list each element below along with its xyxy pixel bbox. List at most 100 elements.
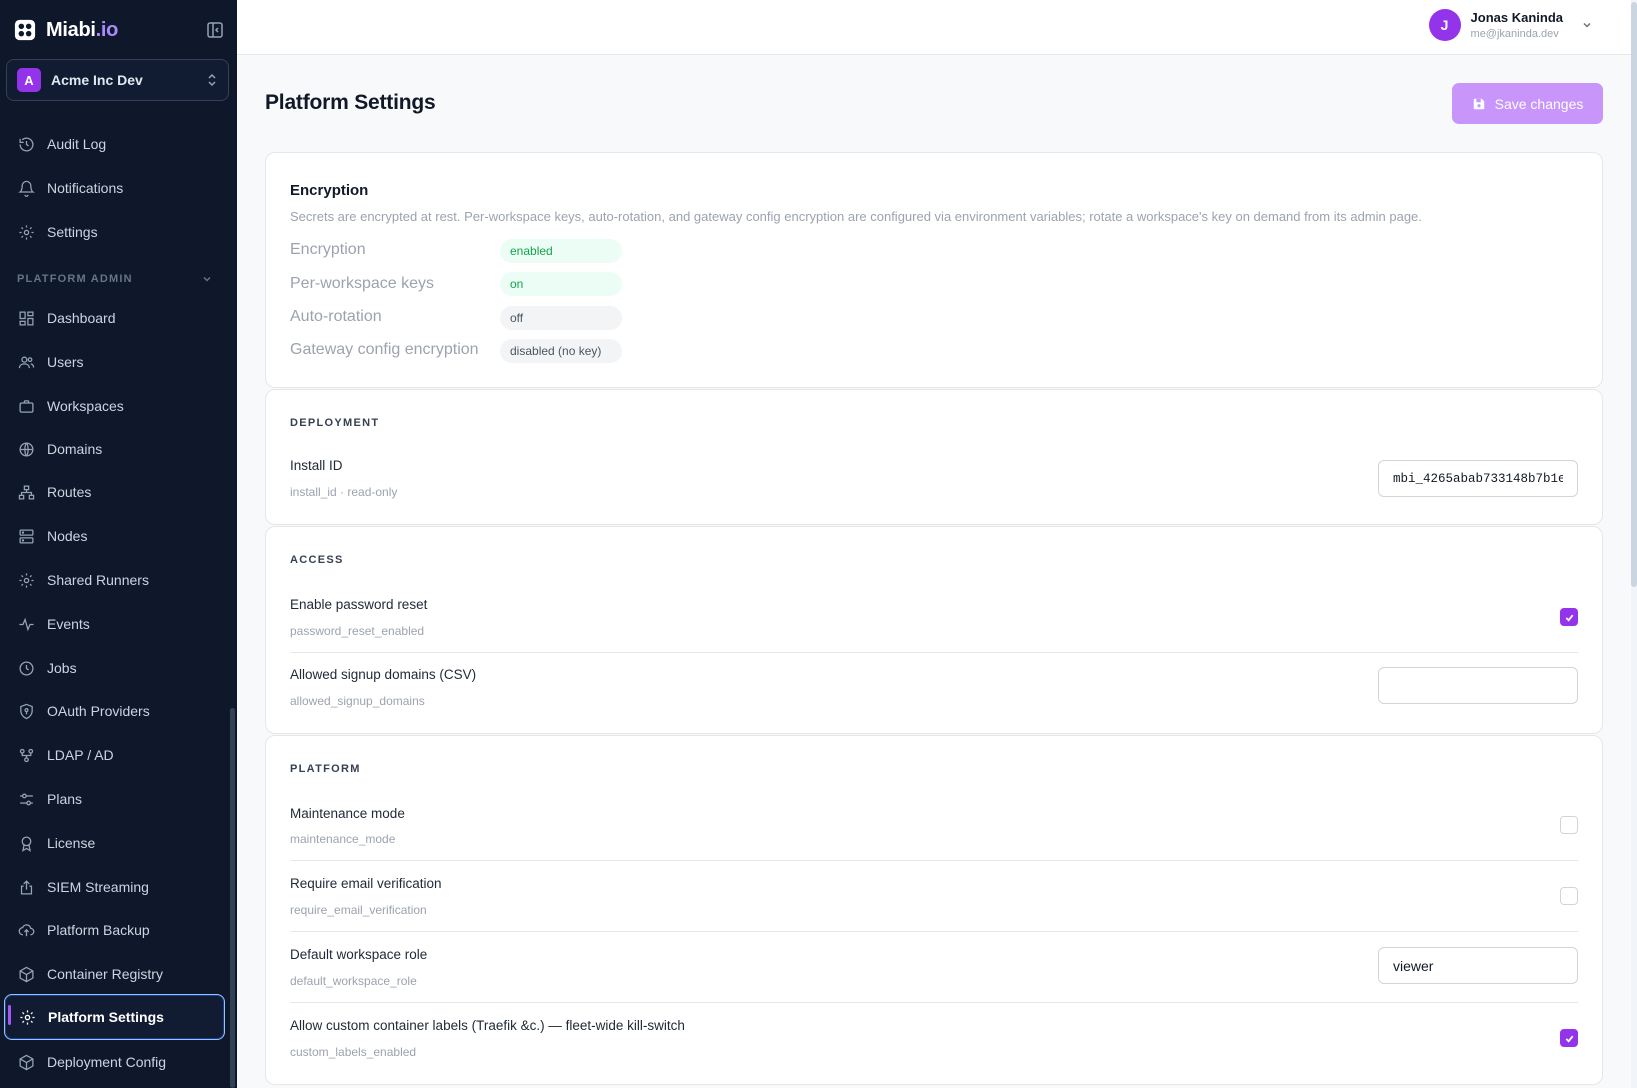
default-workspace-role-key: default_workspace_role bbox=[290, 974, 417, 988]
status-badge: enabled bbox=[500, 239, 622, 263]
sidebar-item-siem-streaming[interactable]: SIEM Streaming bbox=[4, 867, 225, 907]
award-icon bbox=[21, 835, 32, 852]
history-icon bbox=[19, 137, 34, 152]
email-verification-title: Require email verification bbox=[290, 876, 442, 891]
platform-section-label: PLATFORM bbox=[290, 763, 361, 775]
brand-name: Miabi.io bbox=[46, 18, 119, 41]
sidebar-item-routes[interactable]: Routes bbox=[4, 472, 225, 512]
maintenance-mode-key: maintenance_mode bbox=[290, 832, 396, 846]
clock-icon bbox=[19, 660, 34, 676]
platform-admin-section-label: PLATFORM ADMIN bbox=[17, 273, 133, 285]
sidebar-item-shared-runners[interactable]: Shared Runners bbox=[4, 560, 225, 600]
custom-labels-key: custom_labels_enabled bbox=[290, 1045, 417, 1059]
auto-rotation-label: Auto-rotation bbox=[290, 308, 382, 325]
install-id-key: install_id · read-only bbox=[290, 485, 398, 499]
divider bbox=[290, 860, 1578, 861]
sidebar-item-workspaces[interactable]: Workspaces bbox=[4, 386, 225, 426]
signup-domains-input[interactable] bbox=[1378, 667, 1578, 704]
access-card: ACCESS Enable password reset password_re… bbox=[265, 526, 1603, 734]
email-verification-key: require_email_verification bbox=[290, 903, 427, 917]
custom-labels-checkbox[interactable] bbox=[1560, 1029, 1578, 1047]
user-name: Jonas Kaninda bbox=[1470, 10, 1563, 25]
sidebar-item-settings[interactable]: Settings bbox=[4, 212, 225, 252]
status-badge: disabled (no key) bbox=[500, 339, 622, 363]
sidebar: Miabi.io A Acme Inc Dev Audit Log Notifi… bbox=[0, 0, 237, 1088]
dashboard-icon bbox=[19, 310, 34, 326]
sidebar-item-nodes[interactable]: Nodes bbox=[4, 516, 225, 556]
maintenance-mode-title: Maintenance mode bbox=[290, 806, 405, 821]
server-icon bbox=[19, 528, 34, 544]
sidebar-item-audit-log[interactable]: Audit Log bbox=[4, 124, 225, 164]
users-icon bbox=[18, 356, 35, 368]
main-scrollbar[interactable] bbox=[1631, 0, 1637, 1088]
sidebar-collapse-icon[interactable] bbox=[206, 21, 224, 39]
encryption-description: Secrets are encrypted at rest. Per-works… bbox=[290, 209, 1422, 224]
shield-icon bbox=[20, 703, 33, 719]
gateway-config-encryption-label: Gateway config encryption bbox=[290, 341, 479, 358]
password-reset-checkbox[interactable] bbox=[1560, 608, 1578, 626]
user-menu[interactable]: J Jonas Kaninda me@jkaninda.dev bbox=[1428, 9, 1593, 41]
page-title: Platform Settings bbox=[265, 91, 436, 114]
save-button[interactable]: Save changes bbox=[1452, 83, 1603, 124]
gear-icon bbox=[20, 1009, 35, 1025]
default-workspace-role-title: Default workspace role bbox=[290, 947, 428, 962]
cloud-upload-icon bbox=[18, 923, 35, 936]
briefcase-icon bbox=[19, 399, 34, 413]
deployment-card: DEPLOYMENT Install ID install_id · read-… bbox=[265, 389, 1603, 525]
maintenance-mode-checkbox[interactable] bbox=[1560, 816, 1578, 834]
upload-icon bbox=[20, 879, 33, 895]
install-id-title: Install ID bbox=[290, 458, 343, 473]
platform-admin-section-toggle[interactable]: PLATFORM ADMIN bbox=[17, 273, 213, 285]
save-icon bbox=[1473, 98, 1484, 109]
brand[interactable]: Miabi.io bbox=[14, 16, 118, 44]
sidebar-item-platform-settings[interactable]: Platform Settings bbox=[4, 994, 225, 1040]
sidebar-item-domains[interactable]: Domains bbox=[4, 429, 225, 469]
check-icon bbox=[1565, 614, 1573, 622]
activity-icon bbox=[19, 617, 34, 631]
password-reset-key: password_reset_enabled bbox=[290, 624, 425, 638]
status-badge: off bbox=[500, 306, 622, 330]
sidebar-item-dashboard[interactable]: Dashboard bbox=[4, 298, 225, 338]
workspace-name: Acme Inc Dev bbox=[51, 72, 143, 88]
cog-icon bbox=[19, 572, 34, 588]
install-id-field[interactable] bbox=[1378, 460, 1578, 497]
encryption-card: Encryption Secrets are encrypted at rest… bbox=[265, 152, 1603, 388]
sidebar-item-container-registry[interactable]: Container Registry bbox=[4, 954, 225, 994]
check-icon bbox=[1565, 1035, 1573, 1043]
password-reset-title: Enable password reset bbox=[290, 597, 428, 612]
top-bar: J Jonas Kaninda me@jkaninda.dev bbox=[237, 0, 1631, 55]
divider bbox=[290, 652, 1578, 653]
signup-domains-key: allowed_signup_domains bbox=[290, 694, 425, 708]
sidebar-item-ldap-ad[interactable]: LDAP / AD bbox=[4, 735, 225, 775]
workspace-switcher[interactable]: A Acme Inc Dev bbox=[6, 59, 229, 101]
divider bbox=[290, 931, 1578, 932]
sidebar-item-license[interactable]: License bbox=[4, 823, 225, 863]
chevron-down-icon bbox=[1583, 22, 1591, 28]
custom-labels-title: Allow custom container labels (Traefik &… bbox=[290, 1018, 685, 1033]
sidebar-item-events[interactable]: Events bbox=[4, 604, 225, 644]
network-icon bbox=[19, 748, 34, 762]
default-workspace-role-input[interactable] bbox=[1378, 947, 1578, 984]
brand-logo-icon bbox=[14, 19, 36, 41]
encryption-row-label: Encryption bbox=[290, 241, 366, 258]
sidebar-item-platform-backup[interactable]: Platform Backup bbox=[4, 910, 225, 950]
bell-icon bbox=[18, 180, 35, 197]
chevron-up-down-icon bbox=[208, 73, 216, 87]
main-scrollbar-thumb[interactable] bbox=[1631, 2, 1637, 587]
email-verification-checkbox[interactable] bbox=[1560, 887, 1578, 905]
sidebar-item-jobs[interactable]: Jobs bbox=[4, 648, 225, 688]
sidebar-item-oauth-providers[interactable]: OAuth Providers bbox=[4, 691, 225, 731]
package-icon bbox=[19, 1054, 34, 1070]
divider bbox=[290, 1002, 1578, 1003]
sidebar-item-users[interactable]: Users bbox=[4, 342, 225, 382]
gear-icon bbox=[19, 224, 34, 240]
sidebar-item-plans[interactable]: Plans bbox=[4, 779, 225, 819]
sidebar-item-notifications[interactable]: Notifications bbox=[4, 168, 225, 208]
user-email: me@jkaninda.dev bbox=[1470, 28, 1559, 40]
sidebar-scrollbar[interactable] bbox=[230, 708, 235, 1088]
sidebar-item-deployment-config[interactable]: Deployment Config bbox=[4, 1042, 225, 1082]
avatar: J bbox=[1428, 9, 1461, 41]
encryption-title: Encryption bbox=[290, 182, 369, 199]
status-badge: on bbox=[500, 272, 622, 296]
deployment-section-label: DEPLOYMENT bbox=[290, 417, 380, 429]
